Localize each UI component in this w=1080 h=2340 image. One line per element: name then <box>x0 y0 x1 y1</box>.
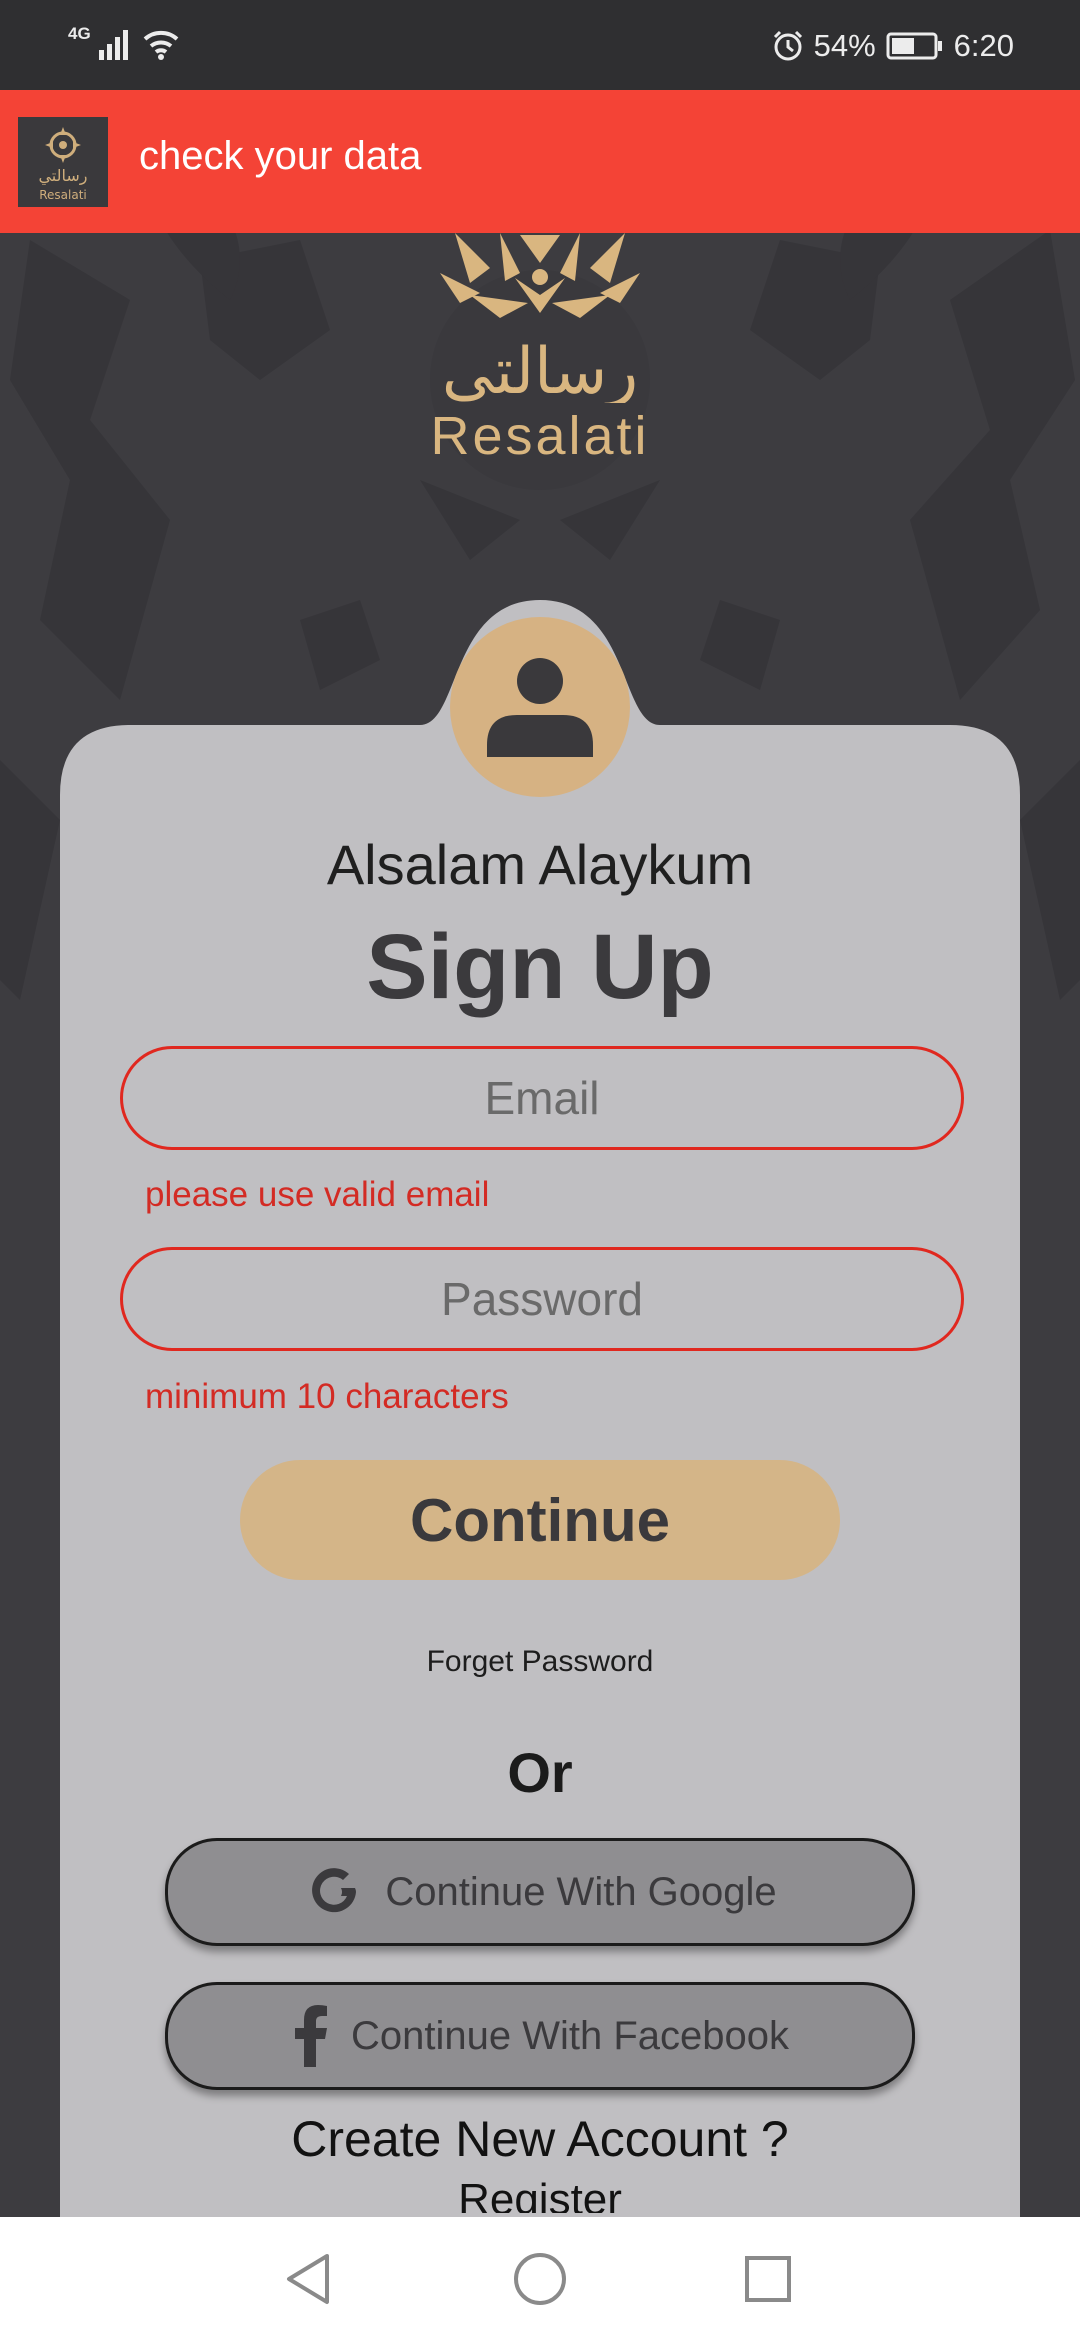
facebook-icon <box>291 2005 331 2067</box>
user-icon <box>487 658 593 757</box>
recent-square-icon <box>745 2256 791 2302</box>
forget-password-link[interactable]: Forget Password <box>340 1645 740 1679</box>
register-link[interactable]: Register <box>340 2175 740 2213</box>
google-button-label: Continue With Google <box>385 1869 777 1914</box>
facebook-button-label: Continue With Facebook <box>350 2013 789 2058</box>
page-title: Sign Up <box>366 916 714 1018</box>
password-error: minimum 10 characters <box>145 1377 509 1416</box>
email-error: please use valid email <box>145 1175 490 1214</box>
google-signin-button[interactable]: Continue With Google <box>165 1838 915 1946</box>
back-button[interactable] <box>276 2247 340 2311</box>
back-triangle-icon <box>287 2254 329 2304</box>
home-circle-icon <box>514 2253 566 2305</box>
create-account-text: Create New Account ? <box>291 2111 789 2167</box>
password-input[interactable] <box>123 1250 961 1348</box>
email-input[interactable] <box>123 1049 961 1147</box>
password-field[interactable] <box>120 1247 964 1351</box>
email-field[interactable] <box>120 1046 964 1150</box>
recent-apps-button[interactable] <box>736 2247 800 2311</box>
system-nav-bar <box>0 2217 1080 2340</box>
home-button[interactable] <box>508 2247 572 2311</box>
avatar <box>450 617 630 797</box>
google-icon <box>303 1861 365 1923</box>
or-divider: Or <box>507 1741 573 1804</box>
facebook-signin-button[interactable]: Continue With Facebook <box>165 1982 915 2090</box>
greeting: Alsalam Alaykum <box>326 833 754 896</box>
continue-button[interactable]: Continue <box>240 1460 840 1580</box>
